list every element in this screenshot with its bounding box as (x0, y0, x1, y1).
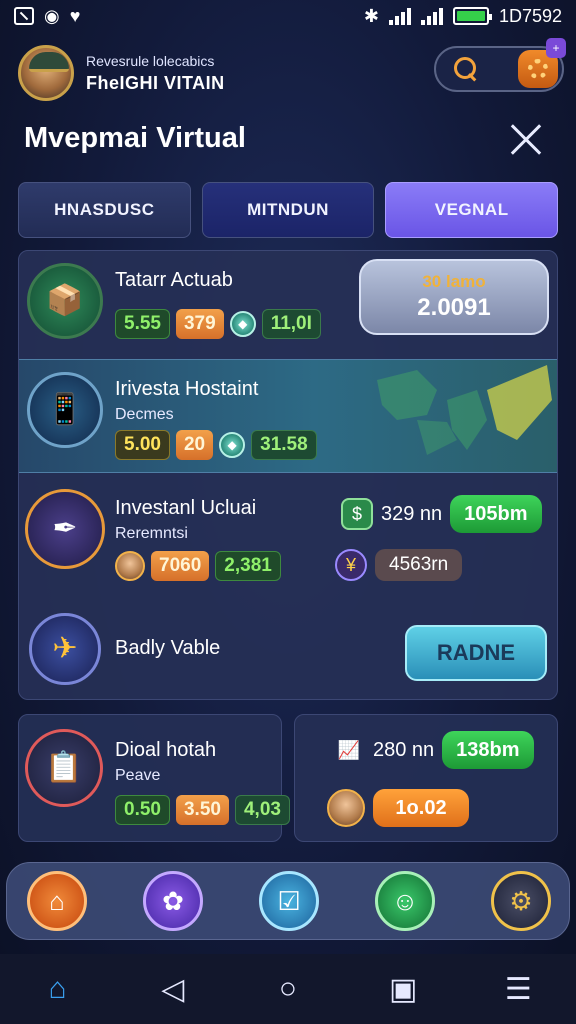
list-item[interactable]: 📱 Irivesta Hostaint Decmes 5.00 20 ◆ 31.… (19, 359, 557, 473)
tab-mitndun[interactable]: MITNDUN (201, 182, 375, 238)
header: Revesrule lolecabics FheIGHI VITAIN + (18, 38, 566, 104)
gear-icon[interactable]: ⚙ (491, 871, 551, 931)
notification-badge: + (546, 38, 566, 58)
stat-chip: 2,381 (215, 551, 281, 581)
recents-icon[interactable]: ▣ (381, 967, 425, 1011)
list-item[interactable]: 📦 Tatarr Actuab 5.55 379 ◆ 11,0I 30 lamo… (19, 251, 557, 359)
header-actions: + (434, 38, 566, 92)
row-subtitle: Decmes (115, 406, 174, 423)
cash-icon: $ (341, 498, 373, 530)
user-subtitle: Revesrule lolecabics (86, 52, 215, 69)
circle-home-icon[interactable]: ○ (266, 967, 310, 1011)
status-time: 1D7592 (498, 5, 562, 26)
metric-text: 329 nn (381, 502, 443, 525)
list-item[interactable]: ✒ Investanl Ucluai Reremntsi 7060 2,381 … (19, 473, 557, 599)
bottom-dock: ⌂ ✿ ☑ ☺ ⚙ (6, 862, 570, 940)
stat-chips: 5.55 379 ◆ 11,0I (115, 309, 321, 339)
page-title: Mvepmai Virtual (24, 122, 246, 154)
value-card[interactable]: 30 lamo 2.0091 (359, 259, 549, 335)
tablet-icon: 📱 (27, 372, 103, 448)
row-title: Investanl Ucluai (115, 497, 257, 519)
row-title: Irivesta Hostaint (115, 378, 259, 400)
card[interactable]: 📋 Dioal hotah Peave 0.50 3.50 4,03 (18, 714, 290, 842)
menu-icon[interactable]: ☰ (496, 967, 540, 1011)
investment-panel: 📦 Tatarr Actuab 5.55 379 ◆ 11,0I 30 lamo… (18, 250, 558, 700)
home-icon[interactable]: ⌂ (36, 967, 80, 1011)
row-title: Tatarr Actuab (115, 269, 233, 291)
user-info: Revesrule lolecabics FheIGHI VITAIN (86, 53, 225, 94)
search-icon[interactable] (452, 55, 480, 83)
metric-pill[interactable]: 1o.02 (373, 789, 469, 827)
stat-chips: 5.00 20 ◆ 31.58 (115, 430, 317, 460)
gem-icon: ◆ (229, 311, 256, 337)
document-icon: 📋 (25, 729, 103, 807)
stat-chip: 0.50 (115, 795, 170, 825)
screenshot-icon (14, 7, 34, 25)
stat-chip: 7060 (151, 551, 210, 581)
signal-icon (420, 7, 443, 25)
plane-icon: ✈ (29, 613, 101, 685)
bluetooth-icon: ✱ (363, 5, 379, 26)
signal-icon (388, 7, 411, 25)
tasks-icon[interactable]: ☑ (259, 871, 319, 931)
stat-chip: 5.55 (115, 309, 170, 339)
status-bar: ◉ ♥ ✱ 1D7592 (0, 0, 576, 32)
stat-chip: 5.00 (115, 430, 170, 460)
close-icon[interactable] (498, 120, 554, 160)
value-card-amount: 2.0091 (417, 294, 491, 321)
heart-icon: ♥ (69, 5, 81, 26)
metric-text: 280 nn (373, 738, 435, 761)
box-icon: 📦 (27, 263, 103, 339)
stat-chip: 31.58 (251, 430, 317, 460)
alarm-icon: ◉ (44, 5, 60, 26)
avatar (327, 789, 365, 827)
chat-icon[interactable]: ☺ (375, 871, 435, 931)
tab-vegnal[interactable]: VEGNAL (385, 182, 559, 238)
stat-chips: 7060 2,381 (115, 551, 281, 581)
metric-pill[interactable]: 105bm (450, 495, 542, 533)
avatar (115, 551, 145, 581)
stat-chip: 379 (175, 309, 224, 339)
action-button[interactable]: RADNE (405, 625, 547, 681)
stat-chip: 4,03 (234, 795, 290, 825)
value-card-label: 30 lamo (422, 272, 486, 291)
tab-hnasdusc[interactable]: HNASDUSC (18, 182, 191, 238)
avatar[interactable] (18, 45, 74, 101)
tab-bar: HNASDUSC MITNDUN VEGNAL (18, 182, 559, 238)
metric-row: ¥ 4563rn (335, 549, 463, 581)
stat-chip: 3.50 (175, 795, 229, 825)
home-icon[interactable]: ⌂ (27, 871, 87, 931)
card[interactable]: 📈 280 nn 138bm 1o.02 (294, 714, 558, 842)
list-item[interactable]: ✈ Badly Vable RADNE (19, 599, 557, 701)
metric-pill[interactable]: 138bm (442, 731, 534, 769)
stat-chip: 11,0I (261, 309, 321, 339)
gear-icon (528, 59, 548, 79)
metric-row: 📈 280 nn 138bm (333, 731, 534, 769)
card-title: Dioal hotah (115, 739, 217, 761)
chart-icon: 📈 (337, 739, 361, 760)
coin-icon: ¥ (335, 549, 367, 581)
stat-chip: 20 (175, 430, 214, 460)
system-nav-bar: ⌂ ◁ ○ ▣ ☰ (0, 954, 576, 1024)
world-map-icon (377, 365, 552, 455)
metric-row: 1o.02 (327, 789, 469, 827)
card-subtitle: Peave (115, 767, 161, 784)
settings-button[interactable]: + (518, 38, 566, 88)
back-icon[interactable]: ◁ (151, 967, 195, 1011)
metric-row: $ 329 nn 105bm (341, 495, 542, 533)
gem-icon: ◆ (219, 432, 246, 458)
pen-icon: ✒ (25, 489, 105, 569)
stat-chips: 0.50 3.50 4,03 (115, 795, 290, 825)
settings-icon[interactable]: ✿ (143, 871, 203, 931)
user-name: FheIGHI VITAIN (86, 72, 225, 93)
battery-icon (452, 7, 492, 25)
row-subtitle: Reremntsi (115, 525, 188, 542)
row-title: Badly Vable (115, 637, 221, 659)
metric-pill[interactable]: 4563rn (375, 549, 463, 581)
